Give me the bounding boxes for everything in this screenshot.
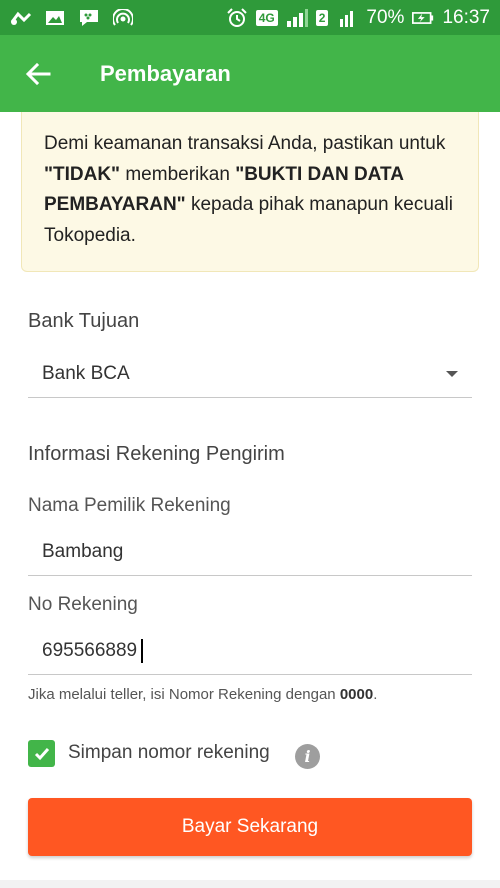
app-bar: Pembayaran [0, 35, 500, 112]
usb-icon [10, 9, 32, 27]
bank-select[interactable]: Bank BCA [28, 350, 472, 398]
text-cursor [141, 639, 143, 663]
check-icon [34, 747, 49, 760]
account-number-label: No Rekening [28, 594, 138, 615]
clock: 16:37 [442, 6, 490, 28]
page-title: Pembayaran [100, 60, 231, 86]
status-bar: 4G 2 70% 16:37 [0, 0, 500, 35]
account-name-label: Nama Pemilik Rekening [28, 495, 231, 516]
sim-slot-badge: 2 [315, 9, 329, 26]
bank-label: Bank Tujuan [28, 310, 140, 332]
bank-select-value: Bank BCA [42, 362, 130, 384]
sender-section-title: Informasi Rekening Pengirim [28, 443, 285, 465]
notice-text-1: Demi keamanan transaksi Anda, pastikan u… [44, 133, 446, 154]
bottom-divider [0, 880, 500, 888]
signal-icon-sim2 [336, 9, 358, 27]
arrow-left-icon [25, 62, 51, 85]
teller-hint: Jika melalui teller, isi Nomor Rekening … [28, 686, 377, 703]
image-icon [44, 9, 66, 27]
save-account-label[interactable]: Simpan nomor rekening [68, 742, 270, 764]
notice-text-2: memberikan [120, 163, 236, 185]
back-button[interactable] [0, 35, 76, 112]
pay-now-button[interactable]: Bayar Sekarang [28, 798, 472, 856]
battery-charging-icon [412, 9, 434, 27]
account-number-input[interactable] [28, 627, 472, 675]
teller-hint-end: . [373, 686, 378, 703]
battery-percent: 70% [366, 6, 405, 28]
dropdown-arrow-icon [446, 370, 458, 377]
system-status: 4G 2 70% 16:37 [226, 7, 490, 29]
teller-hint-text: Jika melalui teller, isi Nomor Rekening … [28, 686, 340, 703]
notification-icons [10, 8, 134, 27]
security-notice: Demi keamanan transaksi Anda, pastikan u… [21, 112, 479, 272]
bbm-icon [78, 9, 100, 27]
network-type-badge: 4G [255, 9, 278, 26]
signal-icon [286, 8, 308, 27]
alarm-icon [226, 7, 248, 27]
notice-bold-1: "TIDAK" [44, 163, 121, 185]
info-icon[interactable]: i [295, 744, 320, 769]
save-account-checkbox[interactable] [28, 740, 55, 767]
hotspot-icon [112, 8, 134, 27]
account-name-input[interactable] [28, 528, 472, 576]
teller-hint-code: 0000 [339, 686, 374, 703]
